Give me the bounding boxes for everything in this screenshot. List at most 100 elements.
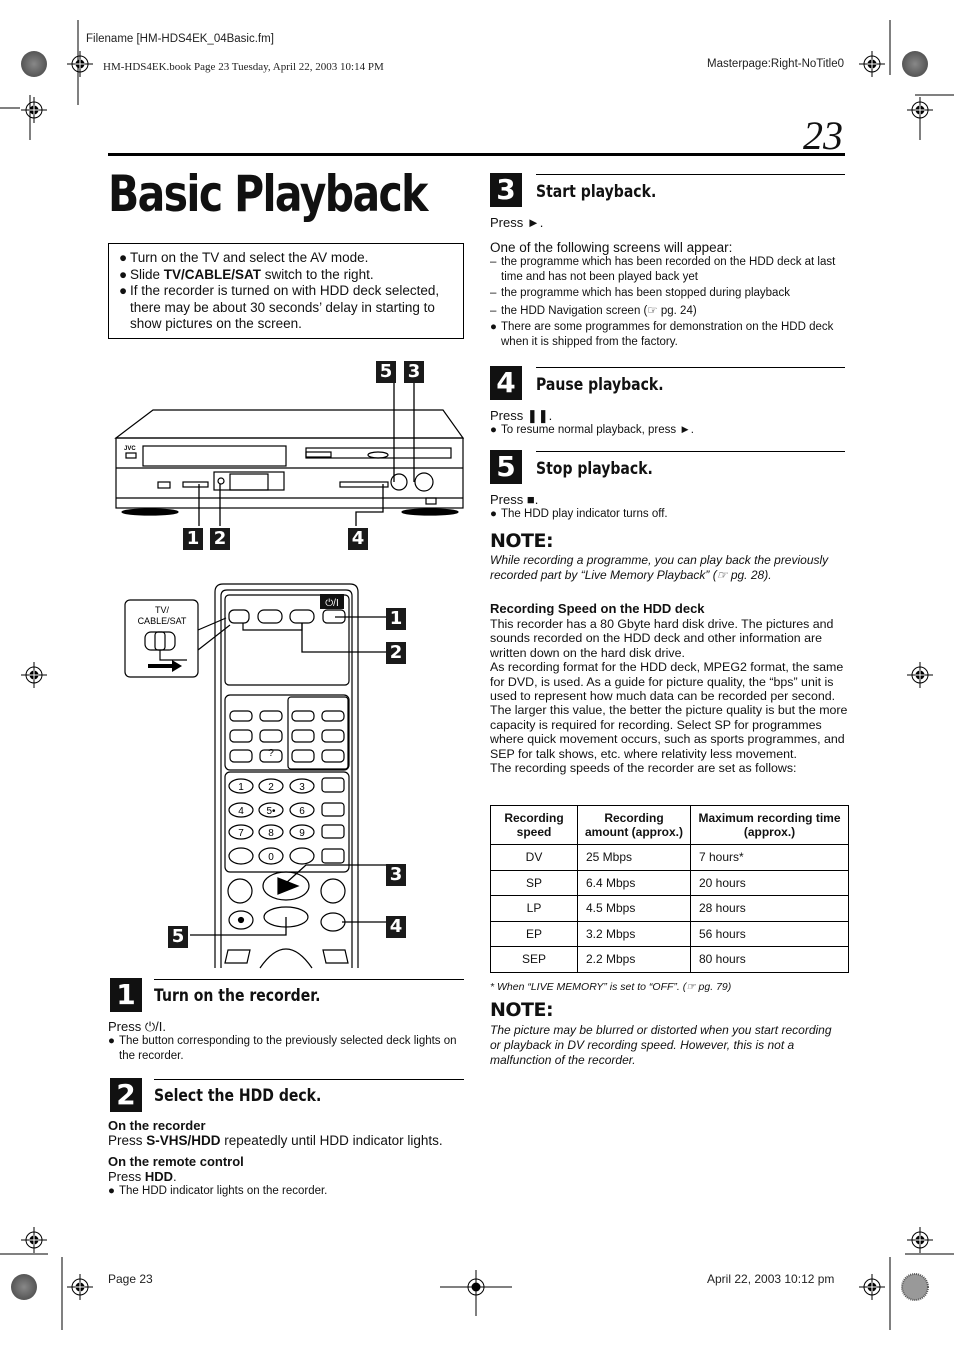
column-header: Recording amount (approx.) — [577, 805, 691, 845]
switch-label-tv: TV/ — [155, 605, 170, 615]
registration-mark-icon — [906, 661, 934, 689]
note-text: The picture may be blurred or distorted … — [490, 1023, 832, 1067]
step-heading-3: Start playback. — [536, 182, 657, 201]
step-heading-1: Turn on the recorder. — [154, 986, 321, 1005]
column-header: Recording speed — [490, 805, 578, 845]
recorder-callout-4: 4 — [348, 528, 368, 550]
remote-callout-2: 2 — [386, 642, 406, 664]
bullet-item: ● The button corresponding to the previou… — [108, 1035, 457, 1062]
registration-mark-icon — [906, 96, 934, 124]
registration-mark-icon — [66, 50, 94, 78]
dash-item: – the HDD Navigation screen (☞ pg. 24) — [490, 304, 697, 317]
remote-callout-5: 5 — [168, 926, 188, 948]
step-divider — [536, 367, 845, 368]
key-help: ? — [268, 748, 274, 759]
table-footnote: * When “LIVE MEMORY” is set to “OFF”. (☞… — [490, 981, 732, 993]
table-row: SEP 2.2 Mbps 80 hours — [490, 946, 849, 973]
subheading-recorder: On the recorder — [108, 1118, 206, 1133]
remote-callout-4: 4 — [386, 916, 406, 938]
color-target-icon — [902, 51, 928, 77]
prep-box: ● Turn on the TV and select the AV mode. … — [108, 243, 464, 339]
bullet-item: ● To resume normal playback, press ►. — [490, 424, 694, 436]
registration-mark-icon — [858, 1273, 886, 1301]
column-header: Maximum recording time (approx.) — [690, 805, 849, 845]
step-divider — [154, 979, 464, 980]
bullet-item: ● The HDD indicator lights on the recorde… — [108, 1185, 328, 1197]
filename-line: Filename [HM-HDS4EK_04Basic.fm] — [86, 33, 274, 45]
paragraph: The recording speeds of the recorder are… — [490, 761, 797, 776]
color-target-icon — [901, 1273, 929, 1301]
dash-item: – the programme which has been stopped du… — [490, 287, 790, 299]
key-1: 1 — [238, 782, 244, 793]
step-number-1: 1 — [110, 978, 142, 1012]
note-label: NOTE: — [490, 530, 554, 552]
bullet-item: ● The HDD play indicator turns off. — [490, 508, 668, 520]
remote-illustration: ⏻/I TV/ CABLE/SAT 1 2 3 4 5• 6 7 8 9 0 ? — [124, 583, 386, 969]
step-heading-4: Pause playback. — [536, 375, 664, 394]
step-4-body: Press ❚❚. ● To resume normal playback, pr… — [490, 408, 846, 438]
dash-item: – the programme which has been recorded o… — [490, 256, 836, 283]
subheading-remote: On the remote control — [108, 1154, 244, 1169]
key-6: 6 — [299, 806, 305, 817]
key-8: 8 — [268, 828, 274, 839]
prep-item: ● Slide TV/CABLE/SAT switch to the right. — [119, 266, 374, 282]
recorder-illustration: JVC — [114, 382, 465, 526]
step-divider — [154, 1079, 464, 1080]
section-body: This recorder has a 80 Gbyte hard disk d… — [490, 617, 848, 775]
recorder-callout-5: 5 — [376, 361, 396, 383]
step-number-3: 3 — [490, 173, 522, 207]
table-row: EP 3.2 Mbps 56 hours — [490, 920, 849, 947]
paragraph: As recording format for the HDD deck, MP… — [490, 660, 848, 761]
key-7: 7 — [238, 828, 244, 839]
step-number-5: 5 — [490, 450, 522, 484]
remote-callout-1: 1 — [386, 608, 406, 630]
recorder-instruction: Press S-VHS/HDD repeatedly until HDD ind… — [108, 1133, 443, 1148]
color-target-icon — [21, 51, 47, 77]
prep-item: ● Turn on the TV and select the AV mode. — [119, 250, 369, 265]
book-line: HM-HDS4EK.book Page 23 Tuesday, April 22… — [103, 61, 384, 73]
remote-instruction: Press HDD. — [108, 1169, 177, 1184]
page-number: 23 — [803, 113, 843, 158]
key-5: 5• — [266, 806, 276, 817]
press-instruction: Press ❚❚. — [490, 408, 553, 423]
prep-item: ● If the recorder is turned on with HDD d… — [119, 283, 440, 331]
header-rule — [108, 153, 845, 156]
press-instruction: Press ⏻/I. — [108, 1019, 166, 1034]
table-row: LP 4.5 Mbps 28 hours — [490, 895, 849, 922]
step-heading-5: Stop playback. — [536, 459, 653, 478]
step-divider — [536, 174, 845, 175]
power-icon: ⏻/I — [325, 598, 338, 609]
step-3-body: Press ►. One of the following screens wi… — [490, 215, 846, 349]
footer-page: Page 23 — [108, 1272, 153, 1286]
paragraph: This recorder has a 80 Gbyte hard disk d… — [490, 617, 834, 660]
registration-mark-icon — [906, 1226, 934, 1254]
registration-mark-icon — [20, 1226, 48, 1254]
step-number-4: 4 — [490, 366, 522, 400]
press-instruction: Press ►. — [490, 215, 544, 230]
step-1-body: Press ⏻/I. ● The button corresponding to … — [108, 1019, 464, 1063]
key-2: 2 — [268, 782, 274, 793]
key-3: 3 — [299, 782, 305, 793]
press-instruction: Press ■. — [490, 492, 539, 507]
key-9: 9 — [299, 828, 305, 839]
remote-callout-3: 3 — [386, 864, 406, 886]
step-heading-2: Select the HDD deck. — [154, 1086, 322, 1105]
recorder-callout-2: 2 — [210, 528, 230, 550]
registration-mark-icon — [66, 1273, 94, 1301]
table-row: DV 25 Mbps 7 hours* — [490, 844, 849, 871]
step-2-body: On the recorder Press S-VHS/HDD repeated… — [108, 1118, 468, 1199]
note-text: While recording a programme, you can pla… — [490, 553, 829, 582]
intro-text: One of the following screens will appear… — [490, 240, 733, 255]
key-4: 4 — [238, 806, 244, 817]
step-number-2: 2 — [110, 1078, 142, 1112]
page-title: Basic Playback — [108, 165, 428, 223]
brand-logo: JVC — [124, 446, 136, 452]
step-divider — [536, 451, 845, 452]
key-0: 0 — [268, 852, 274, 863]
step-5-body: Press ■. ● The HDD play indicator turns o… — [490, 492, 846, 522]
recording-speed-table: Recording speed Recording amount (approx… — [490, 805, 849, 973]
recorder-callout-3: 3 — [404, 361, 424, 383]
recorder-callout-1: 1 — [183, 528, 203, 550]
section-heading: Recording Speed on the HDD deck — [490, 601, 705, 616]
registration-mark-icon — [20, 96, 48, 124]
